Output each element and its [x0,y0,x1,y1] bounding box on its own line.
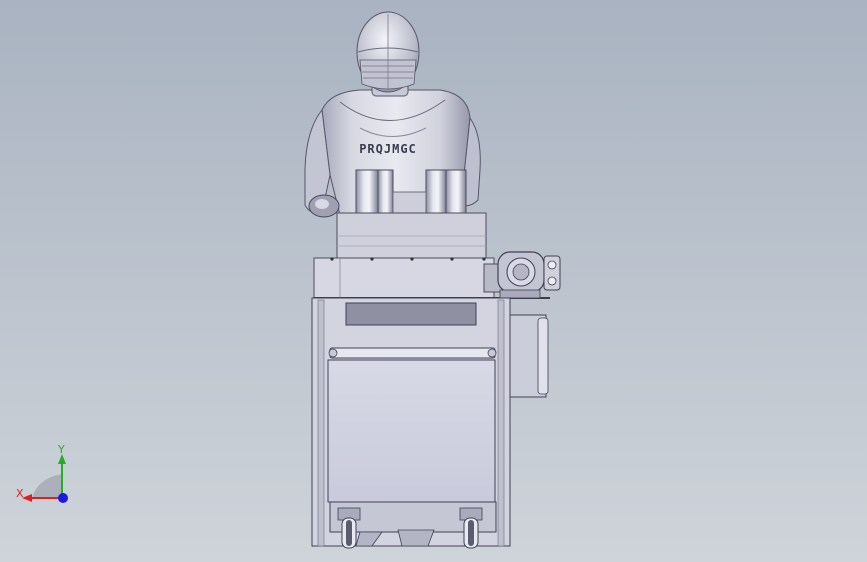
cabinet-door-panel[interactable] [327,359,496,503]
triad-z-axis-dot [58,493,68,503]
mannequin-chest-text: PRQJMGC [359,142,417,156]
cylinder-left[interactable] [355,169,394,217]
orientation-triad: X Y [10,440,80,510]
side-control-box[interactable] [509,314,549,398]
mannequin-left-hand-highlight [315,199,329,209]
door-handle-bar[interactable] [329,347,496,359]
hopper-box[interactable] [336,212,487,259]
graphics-viewport[interactable]: PRQJMGC X Y [0,0,867,562]
triad-y-label: Y [58,443,65,456]
triad-plane [32,474,62,498]
cad-model-front-view[interactable]: PRQJMGC [0,0,867,562]
cylinder-right[interactable] [425,169,467,217]
mannequin-belt [392,191,427,217]
feed-slot [345,302,477,326]
triad-x-label: X [16,487,24,500]
